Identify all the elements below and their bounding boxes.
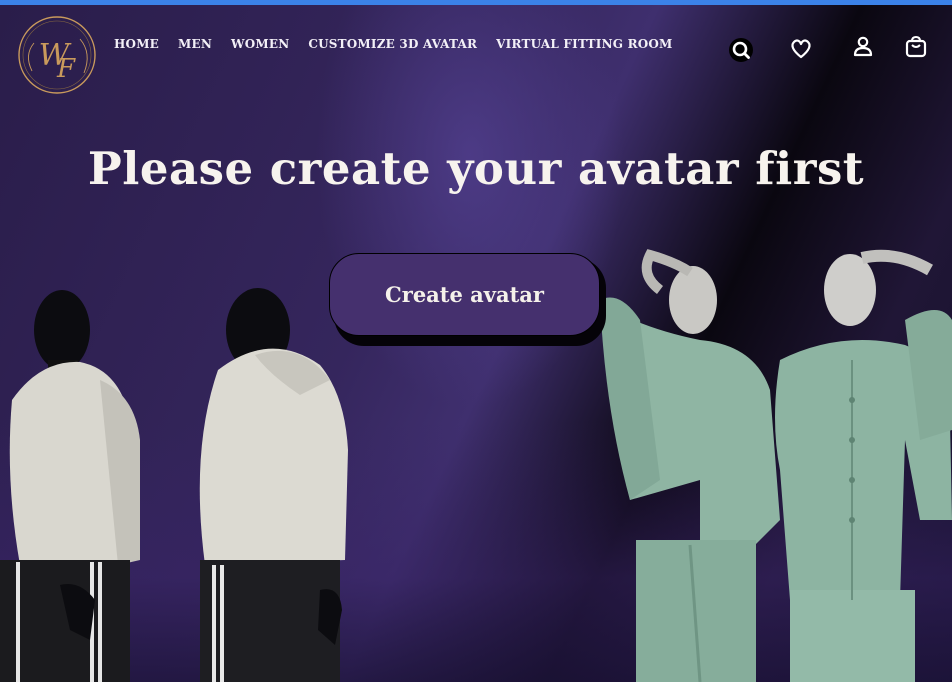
shopping-bag-icon[interactable] bbox=[903, 34, 929, 60]
nav-men-link[interactable]: MEN bbox=[178, 37, 212, 51]
mannequin-men-left bbox=[0, 290, 140, 682]
brand-logo[interactable]: W F bbox=[14, 13, 100, 97]
nav-virtual-fitting-room-link[interactable]: VIRTUAL FITTING ROOM bbox=[496, 37, 672, 51]
nav-customize-3d-avatar-link[interactable]: CUSTOMIZE 3D AVATAR bbox=[308, 37, 477, 51]
create-avatar-button[interactable]: Create avatar bbox=[329, 253, 600, 336]
heart-icon[interactable] bbox=[788, 36, 814, 62]
mannequin-women-right bbox=[775, 249, 952, 682]
mannequin-men-right bbox=[199, 288, 348, 682]
nav-home-link[interactable]: HOME bbox=[114, 37, 159, 51]
nav-women-link[interactable]: WOMEN bbox=[231, 37, 289, 51]
logo-emblem-icon: W F bbox=[18, 16, 96, 94]
search-icon[interactable] bbox=[728, 37, 754, 63]
page-title: Please create your avatar first bbox=[87, 142, 865, 195]
top-navigation-bar: W F HOME MEN WOMEN CUSTOMIZE 3D AVATAR V… bbox=[0, 5, 952, 94]
mannequin-women-left bbox=[600, 249, 780, 682]
user-icon[interactable] bbox=[850, 34, 876, 60]
main-menu: HOME MEN WOMEN CUSTOMIZE 3D AVATAR VIRTU… bbox=[114, 37, 673, 51]
svg-text:F: F bbox=[56, 54, 76, 84]
